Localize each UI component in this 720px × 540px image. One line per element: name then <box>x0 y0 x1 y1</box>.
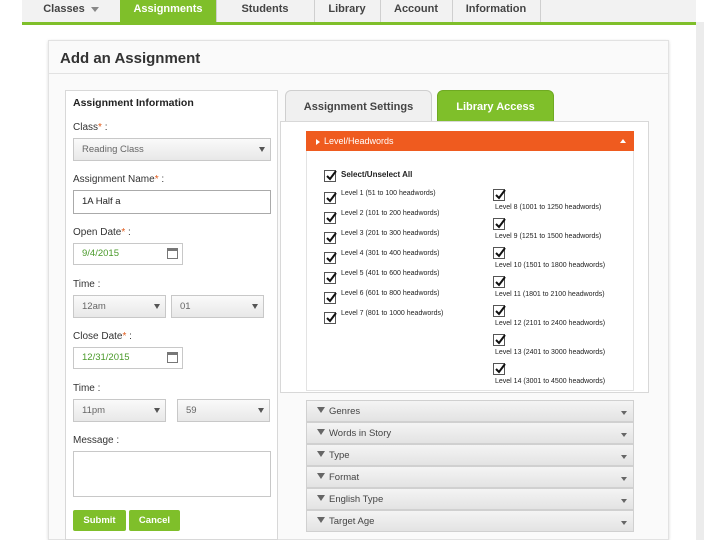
level-checkbox[interactable] <box>493 247 506 259</box>
chevron-down-icon <box>621 455 627 459</box>
filter-words-in-story[interactable]: Words in Story <box>306 422 634 444</box>
level-label: Level 13 (2401 to 3000 headwords) <box>495 349 606 356</box>
dropdown-arrow-icon <box>252 304 258 309</box>
expand-triangle-icon <box>316 138 320 145</box>
level-checkbox[interactable] <box>493 218 506 230</box>
level-label: Level 2 (101 to 200 headwords) <box>341 210 440 217</box>
class-select[interactable]: Reading Class <box>73 138 271 161</box>
level-label: Level 8 (1001 to 1250 headwords) <box>495 204 602 211</box>
dropdown-arrow-icon <box>154 304 160 309</box>
select-all-label: Select/Unselect All <box>341 170 413 179</box>
level-checkbox[interactable] <box>324 212 337 224</box>
level-label: Level 5 (401 to 600 headwords) <box>341 270 440 277</box>
filter-genres[interactable]: Genres <box>306 400 634 422</box>
open-date-input[interactable]: 9/4/2015 <box>73 243 183 265</box>
level-checkbox[interactable] <box>324 232 337 244</box>
level-checkbox[interactable] <box>324 192 337 204</box>
close-time-label: Time : <box>73 383 101 394</box>
nav-classes[interactable]: Classes <box>22 0 121 22</box>
chevron-down-icon <box>621 499 627 503</box>
open-hour-select[interactable]: 12am <box>73 295 166 318</box>
level-label: Level 7 (801 to 1000 headwords) <box>341 310 444 317</box>
tab-assignment-settings[interactable]: Assignment Settings <box>285 90 432 122</box>
level-label: Level 11 (1801 to 2100 headwords) <box>495 291 605 298</box>
expand-triangle-icon <box>317 473 325 479</box>
calendar-icon[interactable] <box>167 352 178 363</box>
level-label: Level 9 (1251 to 1500 headwords) <box>495 233 602 240</box>
nav-assignments[interactable]: Assignments <box>120 0 217 22</box>
message-label: Message : <box>73 435 120 446</box>
nav-students[interactable]: Students <box>216 0 315 22</box>
expand-triangle-icon <box>317 407 325 413</box>
submit-button[interactable]: Submit <box>73 510 126 531</box>
level-checkbox[interactable] <box>324 312 337 324</box>
level-checkbox[interactable] <box>324 272 337 284</box>
nav-information[interactable]: Information <box>452 0 541 22</box>
level-label: Level 12 (2101 to 2400 headwords) <box>495 320 606 327</box>
expand-triangle-icon <box>317 451 325 457</box>
level-label: Level 4 (301 to 400 headwords) <box>341 250 440 257</box>
dropdown-arrow-icon <box>154 408 160 413</box>
level-checkbox[interactable] <box>493 363 506 375</box>
filter-type[interactable]: Type <box>306 444 634 466</box>
chevron-down-icon <box>621 477 627 481</box>
level-checkbox[interactable] <box>324 292 337 304</box>
expand-triangle-icon <box>317 429 325 435</box>
close-date-input[interactable]: 12/31/2015 <box>73 347 183 369</box>
open-time-label: Time : <box>73 279 101 290</box>
page-title: Add an Assignment <box>60 50 201 67</box>
expand-triangle-icon <box>317 495 325 501</box>
level-checkbox[interactable] <box>324 252 337 264</box>
filter-english-type[interactable]: English Type <box>306 488 634 510</box>
level-label: Level 1 (51 to 100 headwords) <box>341 190 436 197</box>
nav-library[interactable]: Library <box>314 0 381 22</box>
dropdown-arrow-icon <box>259 147 265 152</box>
close-minute-select[interactable]: 59 <box>177 399 270 422</box>
filter-format[interactable]: Format <box>306 466 634 488</box>
level-label: Level 3 (201 to 300 headwords) <box>341 230 440 237</box>
cancel-button[interactable]: Cancel <box>129 510 180 531</box>
filter-target-age[interactable]: Target Age <box>306 510 634 532</box>
chevron-down-icon <box>621 521 627 525</box>
level-checkbox[interactable] <box>493 334 506 346</box>
message-textarea[interactable] <box>73 451 271 497</box>
close-date-label: Close Date* : <box>73 331 132 342</box>
level-checkbox[interactable] <box>493 189 506 201</box>
chevron-down-icon <box>621 411 627 415</box>
top-nav: Classes Assignments Students Library Acc… <box>22 0 696 25</box>
level-headwords-header[interactable]: Level/Headwords <box>306 131 634 151</box>
page-scrollbar[interactable] <box>696 22 704 540</box>
dropdown-arrow-icon <box>258 408 264 413</box>
collapse-arrow-icon <box>620 139 626 143</box>
close-hour-select[interactable]: 11pm <box>73 399 166 422</box>
assignment-name-input[interactable]: 1A Half a <box>73 190 271 214</box>
level-label: Level 10 (1501 to 1800 headwords) <box>495 262 606 269</box>
nav-account[interactable]: Account <box>380 0 453 22</box>
calendar-icon[interactable] <box>167 248 178 259</box>
open-minute-select[interactable]: 01 <box>171 295 264 318</box>
select-all-checkbox[interactable] <box>324 170 337 182</box>
tab-library-access[interactable]: Library Access <box>437 90 554 122</box>
level-label: Level 14 (3001 to 4500 headwords) <box>495 378 606 385</box>
open-date-label: Open Date* : <box>73 227 131 238</box>
chevron-down-icon <box>621 433 627 437</box>
expand-triangle-icon <box>317 517 325 523</box>
level-label: Level 6 (601 to 800 headwords) <box>341 290 440 297</box>
chevron-down-icon <box>90 6 99 12</box>
section-title: Assignment Information <box>73 97 194 109</box>
assignment-name-label: Assignment Name* : <box>73 174 165 185</box>
class-label: Class* : <box>73 122 108 133</box>
level-checkbox[interactable] <box>493 276 506 288</box>
level-checkbox[interactable] <box>493 305 506 317</box>
